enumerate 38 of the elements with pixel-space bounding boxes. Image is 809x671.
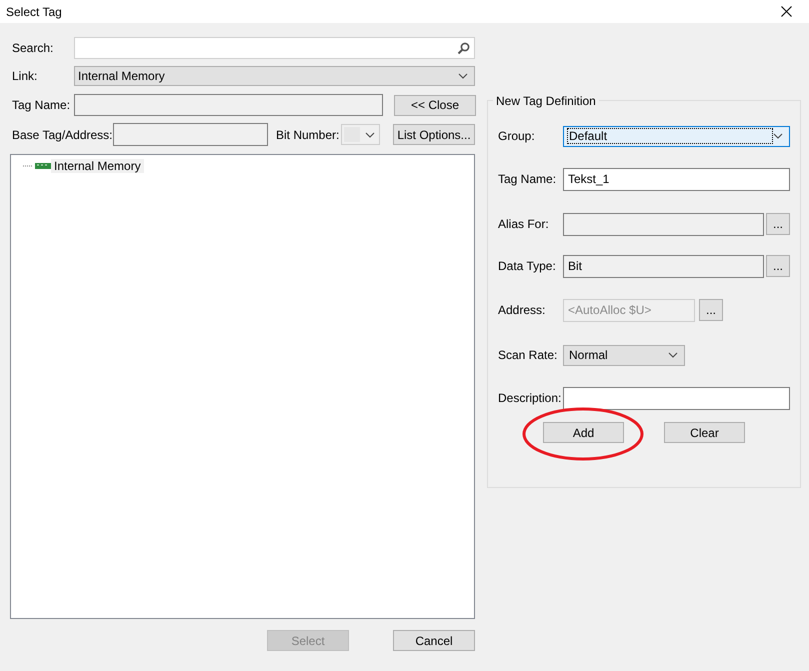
chevron-down-icon [365,132,375,138]
close-button[interactable]: << Close [394,94,476,116]
browse-button[interactable]: ... [766,213,790,235]
search-field[interactable] [74,37,475,59]
close-icon [780,6,792,17]
tree-item[interactable]: Internal Memory [51,159,144,173]
field-label: Alias For: [498,217,550,231]
text-field[interactable]: Tekst_1 [563,168,790,190]
add-button[interactable]: Add [543,422,624,443]
text-field[interactable]: Bit [563,254,764,278]
field-label: Tag Name: [498,172,558,186]
chevron-down-icon [668,352,678,358]
link-label: Link: [11,69,38,83]
field-label: Data Type: [498,259,557,273]
browse-button[interactable]: ... [766,255,790,277]
field-label: Scan Rate: [498,348,558,362]
chevron-down-icon [773,133,783,139]
field-label: Group: [498,129,536,143]
dropdown[interactable]: Normal [563,344,685,366]
field-label: Description: [498,391,562,405]
dropdown[interactable]: Default [563,126,790,146]
list-options-button[interactable]: List Options... [393,124,475,145]
link-dropdown[interactable]: Internal Memory [74,66,475,86]
window-title: Select Tag [6,4,62,18]
bit-number-label: Bit Number: [276,128,340,142]
group-title: New Tag Definition [493,94,599,108]
text-field[interactable] [563,386,790,410]
base-tag-label: Base Tag/Address: [11,128,113,142]
field-label: Address: [498,303,546,317]
search-icon [457,42,470,54]
text-field[interactable] [563,212,764,236]
search-label: Search: [11,41,54,55]
tree-connector-icon [23,165,33,167]
tag-name-label: Tag Name: [11,98,72,112]
clear-button[interactable]: Clear [664,422,745,443]
cancel-button[interactable]: Cancel [393,630,475,651]
chevron-down-icon [458,73,468,79]
memory-chip-icon [35,163,51,169]
